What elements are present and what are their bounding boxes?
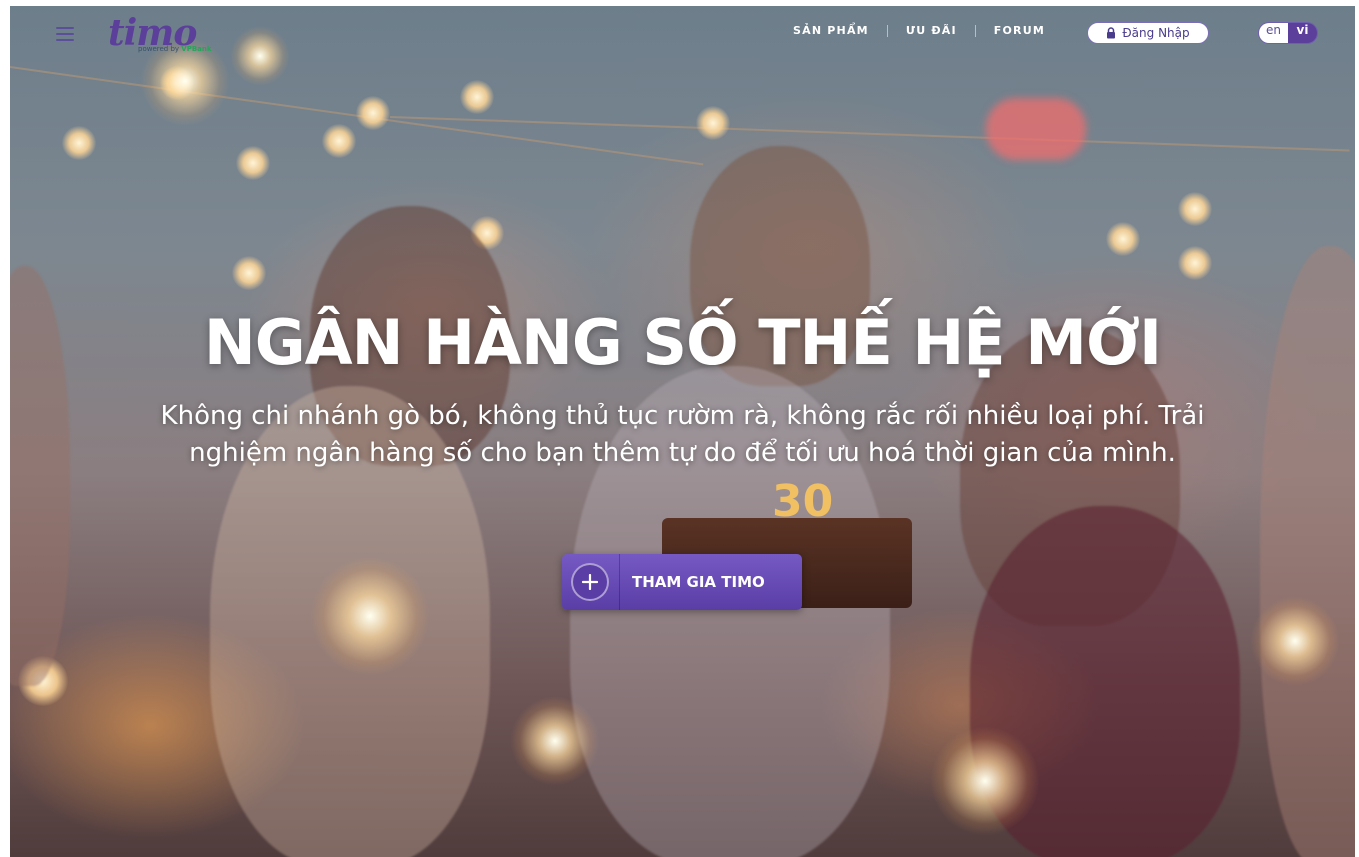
light-bulb <box>322 124 356 158</box>
light-bulb <box>356 96 390 130</box>
light-bulb <box>1106 222 1140 256</box>
light-bulb <box>696 106 730 140</box>
hero-background: 30 timo powered by VPBank SẢN PHẨM ƯU ĐÃ… <box>10 6 1355 857</box>
login-label: Đăng Nhập <box>1122 26 1190 40</box>
light-bulb <box>460 80 494 114</box>
light-bulb <box>1178 192 1212 226</box>
join-timo-label: THAM GIA TIMO <box>632 573 765 591</box>
lang-option-vi[interactable]: vi <box>1288 23 1317 43</box>
lock-icon <box>1107 27 1116 39</box>
join-timo-button[interactable]: THAM GIA TIMO <box>562 554 802 610</box>
nav-san-pham[interactable]: SẢN PHẨM <box>793 24 869 37</box>
main-nav: SẢN PHẨM ƯU ĐÃI FORUM <box>793 24 1045 37</box>
button-divider <box>619 554 620 610</box>
light-bulb <box>236 146 270 180</box>
sparkler <box>1250 596 1340 686</box>
hero-subtitle: Không chi nhánh gò bó, không thủ tục rườ… <box>160 401 1205 468</box>
language-switcher: en vi <box>1258 22 1318 44</box>
site-header: timo powered by VPBank SẢN PHẨM ƯU ĐÃI F… <box>10 6 1355 60</box>
timo-logo[interactable]: timo powered by VPBank <box>108 12 228 58</box>
logo-powered-by: powered by VPBank <box>138 45 212 53</box>
light-bulb <box>62 126 96 160</box>
nav-uu-dai[interactable]: ƯU ĐÃI <box>906 24 957 37</box>
sparkler <box>930 726 1040 836</box>
nav-forum[interactable]: FORUM <box>994 24 1045 37</box>
light-bulb <box>232 256 266 290</box>
nav-divider <box>974 24 976 37</box>
cake-candle-number: 30 <box>772 476 834 527</box>
login-button[interactable]: Đăng Nhập <box>1087 22 1209 44</box>
plus-icon <box>571 563 609 601</box>
menu-icon <box>56 27 74 29</box>
light-bulb <box>1178 246 1212 280</box>
sparkler <box>310 556 430 676</box>
string-lights-wire <box>389 116 1350 152</box>
nav-divider <box>886 24 888 37</box>
menu-button[interactable] <box>56 27 74 45</box>
hero-title: NGÂN HÀNG SỐ THẾ HỆ MỚI <box>203 306 1162 379</box>
lang-option-en[interactable]: en <box>1259 23 1288 43</box>
lantern <box>986 98 1086 160</box>
sparkler <box>510 696 600 786</box>
